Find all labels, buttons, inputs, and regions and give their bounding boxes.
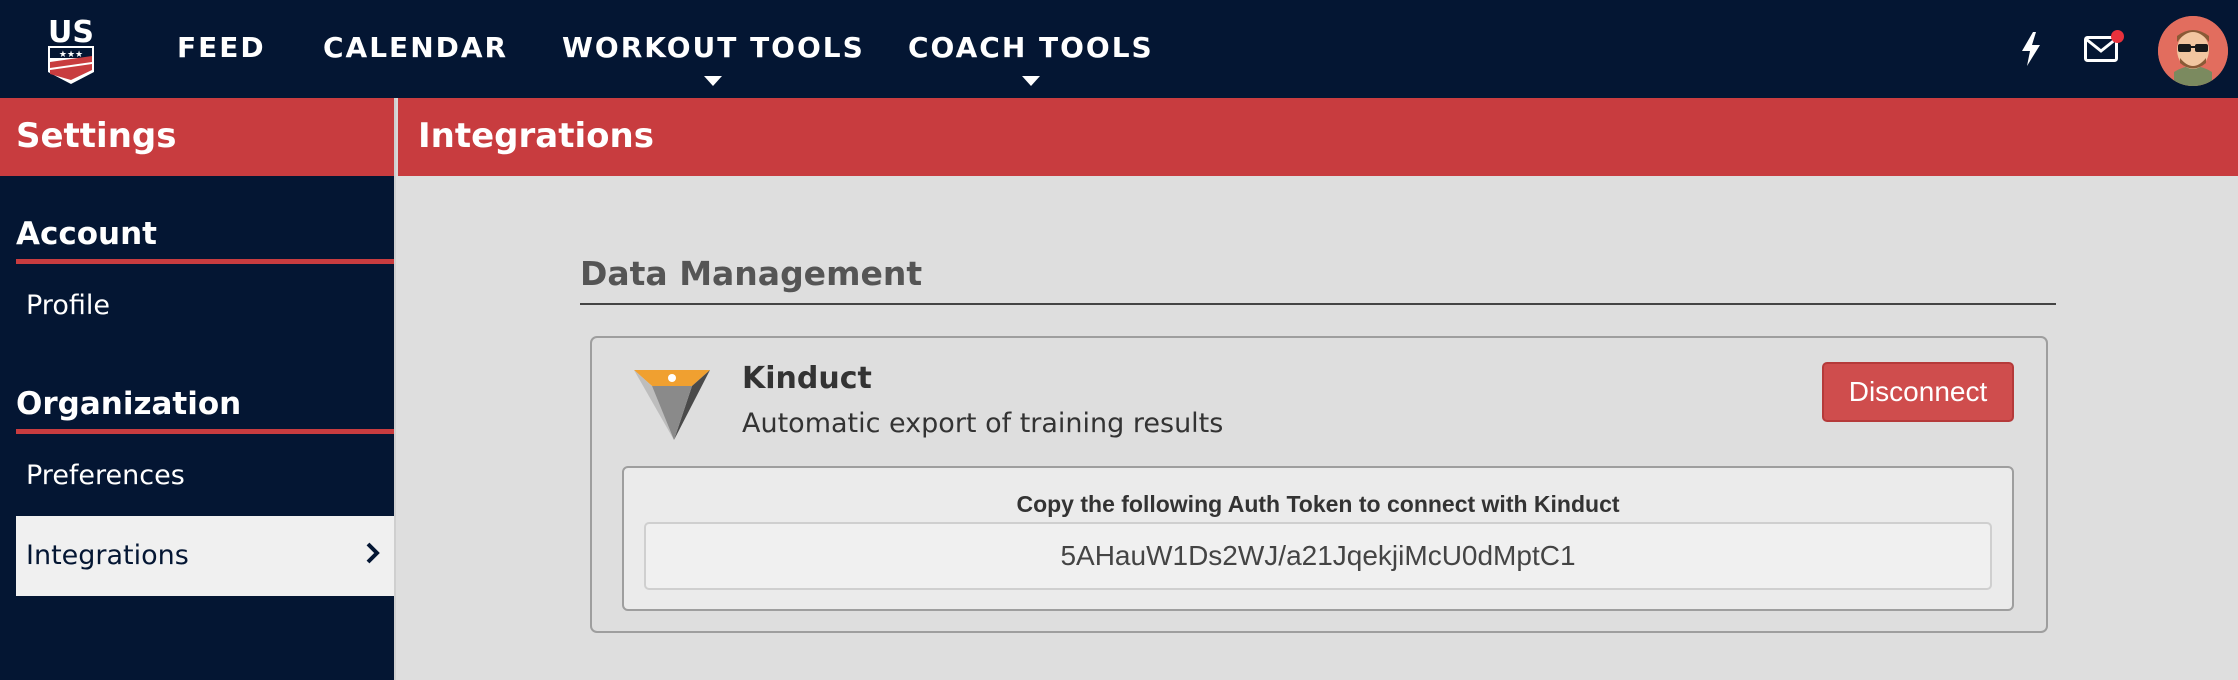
caret-down-icon	[704, 76, 723, 86]
sidebar-separator	[394, 98, 396, 680]
nav-coach-tools-label: COACH TOOLS	[908, 31, 1154, 64]
lightning-icon	[2022, 32, 2040, 66]
us-ski-logo[interactable]: US ★★★	[44, 12, 98, 86]
section-heading: Data Management	[580, 254, 923, 293]
sidebar-item-integrations[interactable]: Integrations	[16, 516, 394, 596]
section-title-account: Account	[16, 216, 157, 252]
sidebar-header: Settings	[0, 98, 394, 176]
integration-description: Automatic export of training results	[742, 408, 1224, 439]
section-divider	[16, 259, 394, 264]
kinduct-logo	[632, 366, 712, 440]
chevron-right-icon	[366, 542, 380, 564]
sidebar-item-preferences[interactable]: Preferences	[26, 460, 185, 491]
nav-calendar[interactable]: CALENDAR	[323, 0, 508, 98]
mail-button[interactable]	[2078, 26, 2124, 72]
nav-coach-tools[interactable]: COACH TOOLS	[908, 0, 1154, 98]
caret-down-icon	[1021, 76, 1040, 86]
section-divider	[16, 429, 394, 434]
user-avatar[interactable]	[2158, 16, 2228, 86]
nav-feed-label: FEED	[177, 31, 266, 64]
svg-text:★★★: ★★★	[59, 49, 83, 59]
notification-dot	[2111, 30, 2124, 43]
auth-token-label: Copy the following Auth Token to connect…	[1016, 491, 1620, 517]
settings-sidebar: Settings Account Profile Organization Pr…	[0, 98, 394, 680]
disconnect-button[interactable]: Disconnect	[1822, 362, 2014, 422]
lightning-button[interactable]	[2008, 26, 2054, 72]
nav-workout-tools[interactable]: WORKOUT TOOLS	[562, 0, 865, 98]
sidebar-item-profile[interactable]: Profile	[26, 290, 110, 321]
auth-token-field[interactable]: 5AHauW1Ds2WJ/a21JqekjiMcU0dMptC1	[644, 522, 1992, 590]
nav-calendar-label: CALENDAR	[323, 31, 509, 64]
nav-workout-tools-label: WORKOUT TOOLS	[562, 31, 865, 64]
sidebar-item-label: Integrations	[26, 540, 189, 571]
sidebar-title: Settings	[16, 116, 177, 156]
integration-name: Kinduct	[742, 361, 872, 396]
content-header: Integrations	[396, 98, 2238, 176]
svg-text:US: US	[48, 15, 94, 50]
section-title-organization: Organization	[16, 386, 242, 422]
page-title: Integrations	[418, 116, 654, 156]
section-heading-divider	[580, 303, 2056, 305]
top-navbar: US ★★★ FEED CALENDAR WORKOUT TOOLS COACH…	[0, 0, 2238, 98]
nav-feed[interactable]: FEED	[177, 0, 266, 98]
